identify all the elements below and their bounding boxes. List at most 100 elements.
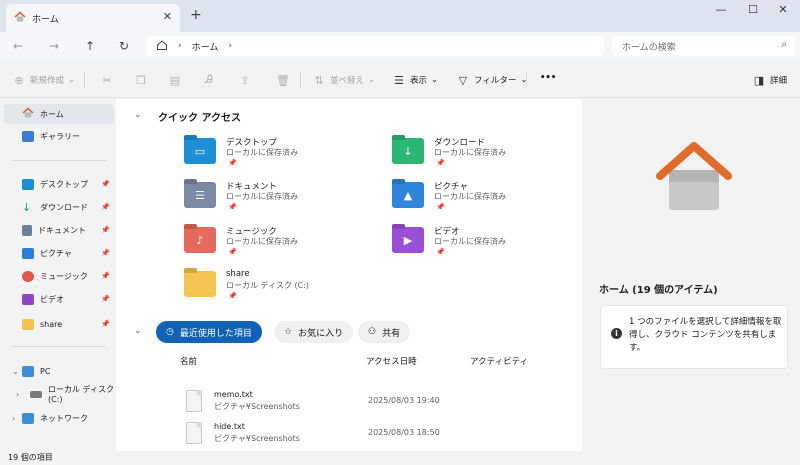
quick-access-item-pictures[interactable]: ▲ ピクチャ ローカルに保存済み 📌 [392, 180, 572, 216]
minimize-button[interactable]: — [706, 2, 736, 16]
sidebar-item-network[interactable]: › ネットワーク [4, 408, 114, 428]
details-title: ホーム (19 個のアイテム) [599, 285, 718, 296]
item-status: ローカルに保存済み [226, 237, 298, 246]
sidebar-item-videos[interactable]: ビデオ 📌 [4, 289, 114, 309]
rename-button[interactable]: Ꭿ [202, 73, 216, 87]
details-pane-icon: ◨ [753, 73, 765, 87]
sidebar-item-label: ドキュメント [38, 225, 86, 235]
maximize-button[interactable]: ☐ [738, 2, 768, 16]
pin-icon[interactable]: 📌 [101, 203, 110, 211]
quick-access-item-videos[interactable]: ▶ ビデオ ローカルに保存済み 📌 [392, 225, 572, 261]
copy-button[interactable]: ❐ [134, 73, 148, 87]
details-pane-button[interactable]: ◨ 詳細 [752, 73, 787, 87]
quick-access-title[interactable]: クイック アクセス [158, 109, 241, 124]
paste-icon: ▤ [169, 73, 181, 87]
drive-icon [30, 390, 42, 398]
file-location: ピクチャ¥Screenshots [214, 402, 300, 411]
quick-access-item-documents[interactable]: ☰ ドキュメント ローカルに保存済み 📌 [184, 180, 364, 216]
sidebar-item-label: ダウンロード [40, 202, 88, 212]
document-folder-icon: ☰ [184, 182, 216, 208]
trash-icon: 🗑 [276, 73, 290, 87]
tab-title: ホーム [32, 14, 59, 25]
chevron-down-icon[interactable]: ⌄ [12, 367, 19, 376]
table-row[interactable]: memo.txt ピクチャ¥Screenshots 2025/08/03 19:… [180, 388, 580, 416]
sidebar-item-downloads[interactable]: ↓ ダウンロード 📌 [4, 197, 114, 217]
table-row[interactable]: hide.txt ピクチャ¥Screenshots 2025/08/03 18:… [180, 420, 580, 448]
sort-button[interactable]: ⇅ 並べ替え ⌄ [312, 73, 375, 87]
network-icon [22, 412, 34, 424]
delete-button[interactable]: 🗑 [276, 73, 290, 87]
home-icon [22, 107, 34, 121]
sidebar-item-home[interactable]: ホーム [4, 104, 114, 124]
filter-label: フィルター [474, 76, 517, 86]
info-icon: i [611, 328, 622, 339]
search-input[interactable]: ホームの検索 ⌕ [612, 36, 795, 56]
tab-home[interactable]: ホーム ✕ [6, 4, 180, 32]
back-icon[interactable]: ← [10, 38, 26, 54]
close-window-button[interactable]: ✕ [768, 2, 798, 16]
sidebar-item-label: ミュージック [40, 271, 88, 281]
sidebar-item-desktop[interactable]: デスクトップ 📌 [4, 174, 114, 194]
sidebar-item-label: デスクトップ [40, 179, 88, 189]
chip-label: お気に入り [298, 328, 344, 339]
file-name: memo.txt [214, 390, 253, 399]
chevron-right-icon[interactable]: › [16, 390, 19, 399]
view-button[interactable]: ☰ 表示 ⌄ [392, 73, 438, 87]
pin-icon[interactable]: 📌 [101, 295, 110, 303]
desktop-folder-icon: ▭ [184, 138, 216, 164]
chevron-down-icon[interactable]: ⌄ [134, 326, 142, 336]
divider [84, 72, 85, 88]
sidebar-item-local-disk[interactable]: › ローカル ディスク (C:) [4, 384, 114, 404]
sidebar-item-share[interactable]: share 📌 [4, 314, 114, 334]
tab-favorites[interactable]: ☆ お気に入り [274, 321, 354, 343]
chevron-down-icon: ⌄ [431, 75, 439, 85]
pin-icon[interactable]: 📌 [101, 226, 110, 234]
quick-access-item-share[interactable]: share ローカル ディスク (C:) 📌 [184, 269, 364, 305]
chip-label: 最近使用した項目 [179, 328, 252, 339]
paste-button[interactable]: ▤ [168, 73, 182, 87]
address-bar[interactable]: › ホーム › [146, 36, 604, 56]
new-button[interactable]: ⊕ 新規作成 ⌄ [12, 73, 75, 87]
sidebar-item-pc[interactable]: ⌄ PC [4, 361, 114, 381]
column-header-name[interactable]: 名前 [180, 355, 197, 367]
close-tab-icon[interactable]: ✕ [163, 10, 172, 23]
column-header-activity[interactable]: アクティビティ [470, 355, 528, 367]
quick-access-item-music[interactable]: ♪ ミュージック ローカルに保存済み 📌 [184, 225, 364, 261]
pin-icon[interactable]: 📌 [101, 180, 110, 188]
breadcrumb-home[interactable]: ホーム [192, 40, 219, 53]
up-icon[interactable]: ↑ [82, 38, 98, 54]
pin-icon[interactable]: 📌 [101, 272, 110, 280]
refresh-icon[interactable]: ↻ [116, 38, 132, 54]
pin-icon: 📌 [228, 248, 237, 256]
view-label: 表示 [410, 76, 428, 86]
sidebar-item-label: ギャラリー [40, 131, 80, 141]
sidebar-item-documents[interactable]: ドキュメント 📌 [4, 220, 114, 240]
sidebar-item-gallery[interactable]: ギャラリー [4, 126, 114, 146]
share-button[interactable]: ⇪ [238, 73, 252, 87]
pin-icon: 📌 [228, 203, 237, 211]
chevron-down-icon[interactable]: ⌄ [134, 110, 142, 120]
column-header-accessed[interactable]: アクセス日時 [366, 355, 417, 367]
view-list-icon: ☰ [394, 73, 404, 87]
tab-recent[interactable]: ◷ 最近使用した項目 [156, 321, 262, 343]
quick-access-item-downloads[interactable]: ↓ ダウンロード ローカルに保存済み 📌 [392, 136, 572, 172]
file-location: ピクチャ¥Screenshots [214, 434, 300, 443]
new-tab-button[interactable]: + [190, 7, 202, 23]
document-icon [22, 224, 32, 236]
filter-button[interactable]: ▽ フィルター ⌄ [456, 73, 528, 87]
more-options-button[interactable]: ••• [540, 73, 556, 83]
chevron-right-icon[interactable]: › [12, 414, 15, 423]
pin-icon[interactable]: 📌 [101, 320, 110, 328]
quick-access-item-desktop[interactable]: ▭ デスクトップ ローカルに保存済み 📌 [184, 136, 364, 172]
sidebar-item-label: ローカル ディスク (C:) [48, 385, 114, 404]
item-status: ローカルに保存済み [226, 192, 298, 201]
filter-icon: ▽ [458, 73, 468, 87]
sidebar-item-music[interactable]: ミュージック 📌 [4, 266, 114, 286]
pin-icon[interactable]: 📌 [101, 249, 110, 257]
cut-button[interactable]: ✂ [100, 73, 114, 87]
tab-shared[interactable]: ⚇ 共有 [358, 321, 411, 343]
divider [12, 346, 106, 347]
sidebar-item-pictures[interactable]: ピクチャ 📌 [4, 243, 114, 263]
forward-icon[interactable]: → [46, 38, 62, 54]
chevron-right-icon[interactable]: › [228, 41, 232, 51]
